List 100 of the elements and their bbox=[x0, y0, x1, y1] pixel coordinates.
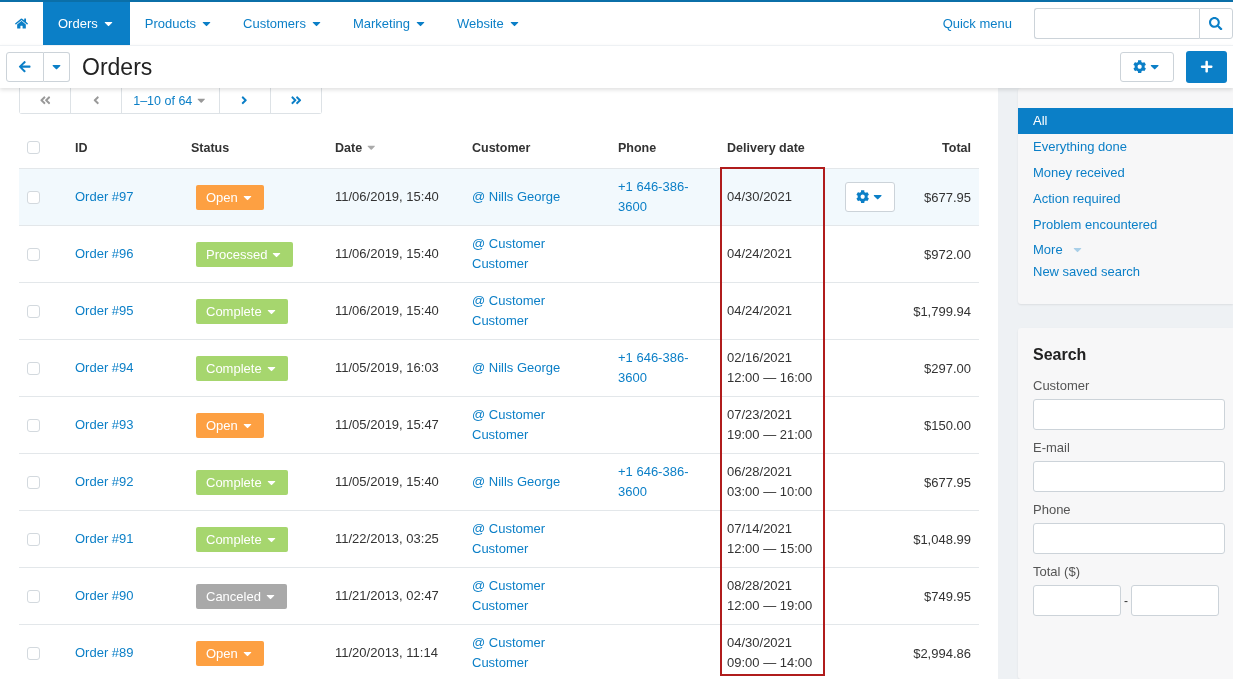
delivery-time: 12:00 — 16:00 bbox=[727, 369, 814, 387]
column-header: Total bbox=[942, 140, 972, 155]
more-dropdown[interactable]: More bbox=[1018, 238, 1084, 260]
customer-link[interactable]: @ Nills George bbox=[472, 187, 572, 207]
order-date: 11/06/2019, 15:40 bbox=[335, 302, 440, 320]
column-header[interactable]: Date bbox=[335, 140, 378, 155]
delivery-date: 02/16/2021 bbox=[727, 349, 794, 367]
order-link[interactable]: Order #96 bbox=[75, 244, 191, 264]
delivery-date: 04/24/2021 bbox=[727, 302, 794, 320]
input-field[interactable] bbox=[1033, 399, 1225, 430]
field-label: Phone bbox=[1033, 502, 1072, 517]
order-link[interactable]: Order #92 bbox=[75, 472, 191, 492]
search-icon bbox=[1209, 16, 1223, 31]
order-date: 11/20/2013, 11:14 bbox=[335, 644, 439, 662]
first-page-button[interactable] bbox=[20, 88, 71, 113]
double-chevron-right-icon bbox=[289, 94, 302, 107]
row-actions-button[interactable] bbox=[845, 182, 895, 212]
row-checkbox[interactable] bbox=[27, 361, 40, 375]
gear-icon bbox=[1132, 60, 1146, 74]
nav-menu-item[interactable]: Products bbox=[129, 2, 229, 45]
gear-icon bbox=[855, 190, 869, 204]
saved-search-item[interactable]: All bbox=[1018, 108, 1233, 134]
order-link[interactable]: Order #95 bbox=[75, 301, 191, 321]
delivery-time: 09:00 — 14:00 bbox=[727, 654, 814, 672]
saved-search-item[interactable]: Everything done bbox=[1018, 134, 1233, 160]
customer-link[interactable]: @ Customer Customer bbox=[472, 519, 572, 559]
quick-menu-link[interactable]: Quick menu bbox=[942, 2, 1012, 45]
order-link[interactable]: Order #91 bbox=[75, 529, 191, 549]
search-heading: Search bbox=[1033, 346, 1088, 364]
delivery-time: 03:00 — 10:00 bbox=[727, 483, 814, 501]
order-total: $1,799.94 bbox=[913, 303, 972, 319]
field-label: Customer bbox=[1033, 378, 1091, 393]
nav-menu-item[interactable]: Customers bbox=[228, 2, 338, 45]
delivery-date: 07/14/2021 bbox=[727, 520, 794, 538]
page-title: Orders bbox=[82, 53, 154, 81]
back-button[interactable] bbox=[6, 52, 44, 82]
field-label: E-mail bbox=[1033, 440, 1071, 455]
delivery-date: 08/28/2021 bbox=[727, 577, 794, 595]
column-header: Delivery date bbox=[727, 140, 805, 155]
search-field[interactable] bbox=[1034, 8, 1199, 39]
order-date: 11/05/2019, 15:40 bbox=[335, 473, 440, 491]
order-link[interactable]: Order #89 bbox=[75, 643, 191, 663]
row-checkbox[interactable] bbox=[27, 475, 40, 489]
order-date: 11/21/2013, 02:47 bbox=[335, 587, 440, 605]
plus-icon bbox=[1199, 60, 1214, 74]
saved-search-item[interactable]: Action required bbox=[1018, 186, 1233, 212]
order-date: 11/05/2019, 16:03 bbox=[335, 359, 440, 377]
order-total: $1,048.99 bbox=[913, 531, 972, 547]
order-total: $677.95 bbox=[924, 189, 972, 205]
saved-search-item[interactable]: Money received bbox=[1018, 160, 1233, 186]
search-button[interactable] bbox=[1199, 8, 1233, 39]
field-label: Total ($) bbox=[1033, 564, 1081, 579]
row-checkbox[interactable] bbox=[27, 304, 40, 318]
home-icon bbox=[15, 17, 28, 30]
delivery-time: 19:00 — 21:00 bbox=[727, 426, 814, 444]
order-link[interactable]: Order #90 bbox=[75, 586, 191, 606]
add-button[interactable] bbox=[1186, 51, 1227, 83]
order-total: $2,994.86 bbox=[913, 645, 972, 661]
delivery-time: 12:00 — 15:00 bbox=[727, 540, 814, 558]
new-saved-search-link[interactable]: New saved search bbox=[1018, 260, 1140, 282]
column-header: Status bbox=[191, 140, 230, 155]
order-total: $972.00 bbox=[924, 246, 972, 262]
customer-link[interactable]: @ Nills George bbox=[472, 358, 572, 378]
settings-button[interactable] bbox=[1120, 52, 1174, 82]
order-total: $677.95 bbox=[924, 474, 972, 490]
input-field[interactable] bbox=[1033, 461, 1225, 492]
phone-link[interactable]: +1 646-386-3600 bbox=[618, 348, 708, 388]
delivery-date: 06/28/2021 bbox=[727, 463, 794, 481]
delivery-date: 07/23/2021 bbox=[727, 406, 794, 424]
status-dropdown[interactable]: Canceled bbox=[196, 583, 287, 609]
row-checkbox[interactable] bbox=[27, 247, 40, 261]
customer-link[interactable]: @ Nills George bbox=[472, 472, 572, 492]
nav-menu-item[interactable]: Website bbox=[442, 2, 536, 45]
row-checkbox[interactable] bbox=[27, 532, 40, 546]
dropdown-button[interactable] bbox=[44, 52, 70, 82]
customer-link[interactable]: @ Customer Customer bbox=[472, 234, 572, 274]
customer-link[interactable]: @ Customer Customer bbox=[472, 405, 572, 445]
nav-menu-item[interactable]: Orders bbox=[43, 2, 130, 45]
customer-link[interactable]: @ Customer Customer bbox=[472, 633, 572, 673]
order-link[interactable]: Order #93 bbox=[75, 415, 191, 435]
column-header: Customer bbox=[472, 140, 531, 155]
row-checkbox[interactable] bbox=[27, 190, 40, 204]
row-checkbox[interactable] bbox=[27, 418, 40, 432]
row-checkbox[interactable] bbox=[27, 646, 40, 660]
order-date: 11/05/2019, 15:47 bbox=[335, 416, 440, 434]
nav-menu-item[interactable]: Marketing bbox=[337, 2, 442, 45]
input-field[interactable] bbox=[1131, 585, 1219, 616]
arrow-left-icon bbox=[18, 60, 32, 74]
order-link[interactable]: Order #97 bbox=[75, 187, 191, 207]
phone-link[interactable]: +1 646-386-3600 bbox=[618, 177, 708, 217]
order-link[interactable]: Order #94 bbox=[75, 358, 191, 378]
customer-link[interactable]: @ Customer Customer bbox=[472, 291, 572, 331]
saved-search-item[interactable]: Problem encountered bbox=[1018, 212, 1233, 238]
select-all-checkbox[interactable] bbox=[27, 141, 40, 154]
delivery-date: 04/30/2021 bbox=[727, 188, 794, 206]
row-checkbox[interactable] bbox=[27, 589, 40, 603]
customer-link[interactable]: @ Customer Customer bbox=[472, 576, 572, 616]
phone-link[interactable]: +1 646-386-3600 bbox=[618, 462, 708, 502]
input-field[interactable] bbox=[1033, 523, 1225, 554]
input-field[interactable] bbox=[1033, 585, 1121, 616]
